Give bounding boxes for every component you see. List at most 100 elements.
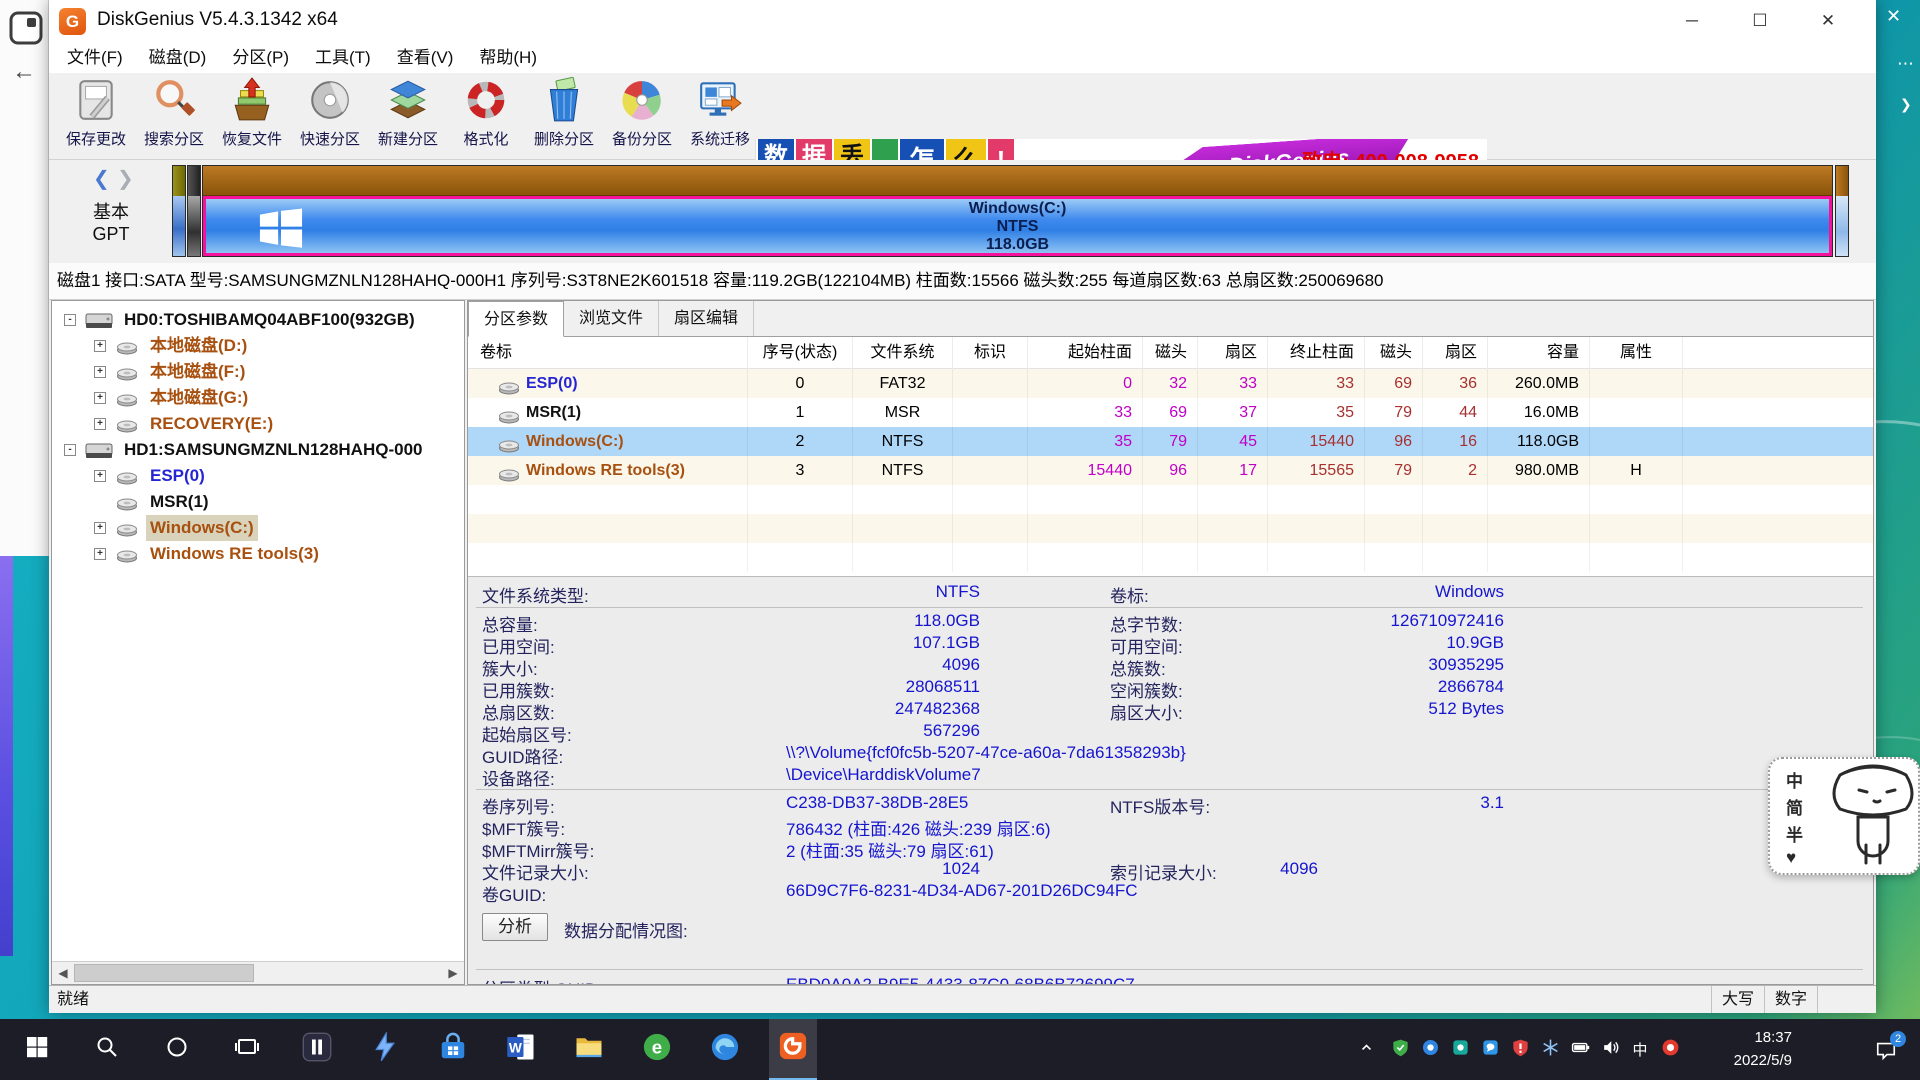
analyze-button[interactable]: 分析 [482,913,548,941]
action-center-button[interactable]: 2 [1862,1019,1910,1080]
partition-segment-re-tools[interactable] [1835,165,1849,257]
menu-item-4[interactable]: 查看(V) [384,43,467,73]
tab-2[interactable]: 扇区编辑 [659,301,754,336]
tree-horizontal-scrollbar[interactable]: ◀ ▶ [52,961,464,984]
partition-segment-msr[interactable] [187,165,201,257]
tree-item-esp-0-[interactable]: +ESP(0) [52,463,465,489]
minimize-button[interactable]: ─ [1667,5,1717,37]
ime-status-panel[interactable]: 中简半♥ [1768,757,1920,875]
menu-item-0[interactable]: 文件(F) [54,43,136,73]
column-header-9[interactable]: 扇区 [1423,337,1488,369]
menu-item-2[interactable]: 分区(P) [219,43,302,73]
expand-icon[interactable]: + [94,392,106,404]
column-header-10[interactable]: 容量 [1488,337,1590,369]
taskbar-app-diskgenius[interactable] [769,1019,817,1080]
maximize-button[interactable]: ☐ [1735,5,1785,37]
tray-green-shield[interactable] [1386,1019,1414,1080]
column-header-5[interactable]: 磁头 [1143,337,1198,369]
toolbar-button-new-partition[interactable]: 新建分区 [369,75,447,158]
expand-icon[interactable]: + [94,522,106,534]
collapse-icon[interactable]: - [64,444,76,456]
tree-item-hd1-samsungmznln128hahq-000[interactable]: -HD1:SAMSUNGMZNLN128HAHQ-000 [52,437,465,463]
toolbar-button-backup-partition[interactable]: 备份分区 [603,75,681,158]
close-button[interactable]: ✕ [1803,5,1853,37]
collapse-icon[interactable]: - [64,314,76,326]
column-header-11[interactable]: 属性 [1590,337,1683,369]
background-chevron-icon[interactable]: ❯ [1900,96,1912,113]
tree-item--f-[interactable]: +本地磁盘(F:) [52,359,465,385]
column-header-0[interactable]: 卷标 [468,337,748,369]
column-header-6[interactable]: 扇区 [1198,337,1268,369]
expand-icon[interactable]: + [94,548,106,560]
tray-red-shield[interactable] [1506,1019,1534,1080]
background-close-icon[interactable]: ✕ [1886,6,1901,27]
background-tab-icon[interactable] [8,10,44,51]
taskbar-app-green-browser[interactable]: e [633,1019,681,1080]
tree-item--g-[interactable]: +本地磁盘(G:) [52,385,465,411]
next-disk-icon[interactable]: ❯ [117,166,134,191]
ime-item-1[interactable]: 简 [1786,794,1803,819]
toolbar-button-delete-partition[interactable]: 删除分区 [525,75,603,158]
taskbar-app-store[interactable] [429,1019,477,1080]
background-more-icon[interactable]: ⋯ [1897,54,1915,74]
column-header-3[interactable]: 标识 [953,337,1028,369]
ime-item-3[interactable]: ♥ [1786,848,1796,868]
menu-item-5[interactable]: 帮助(H) [466,43,550,73]
toolbar-button-format[interactable]: 格式化 [447,75,525,158]
tab-0[interactable]: 分区参数 [468,301,564,337]
prev-disk-icon[interactable]: ❮ [93,166,110,191]
column-header-1[interactable]: 序号(状态) [748,337,853,369]
toolbar-button-search-partition[interactable]: 搜索分区 [135,75,213,158]
column-header-2[interactable]: 文件系统 [853,337,953,369]
expand-icon[interactable]: + [94,470,106,482]
taskbar-app-edge[interactable] [701,1019,749,1080]
back-arrow-icon[interactable]: ← [12,58,36,86]
tree-item-recovery-e-[interactable]: +RECOVERY(E:) [52,411,465,437]
tray-volume[interactable] [1596,1019,1624,1080]
tab-1[interactable]: 浏览文件 [564,301,659,336]
tree-item-hd0-toshibamq04abf100-932gb-[interactable]: -HD0:TOSHIBAMQ04ABF100(932GB) [52,307,465,333]
ime-item-2[interactable]: 半 [1786,821,1803,846]
taskbar-app-file-explorer[interactable] [565,1019,613,1080]
tray-snowflake[interactable] [1536,1019,1564,1080]
taskbar-app-word[interactable]: W [497,1019,545,1080]
expand-icon[interactable]: + [94,340,106,352]
table-row-windows-re-tools-3-[interactable]: Windows RE tools(3)3NTFS1544096171556579… [468,456,1873,485]
menu-item-1[interactable]: 磁盘(D) [136,43,220,73]
taskbar-cortana-button[interactable] [153,1019,201,1080]
column-header-7[interactable]: 终止柱面 [1268,337,1365,369]
partition-segment-esp[interactable] [172,165,186,257]
tree-item-msr-1-[interactable]: MSR(1) [52,489,465,515]
taskbar-task-view-button[interactable] [223,1019,271,1080]
column-header-4[interactable]: 起始柱面 [1028,337,1143,369]
tree-item--d-[interactable]: +本地磁盘(D:) [52,333,465,359]
toolbar-button-save-changes[interactable]: 保存更改 [57,75,135,158]
tray-blue-circle[interactable] [1416,1019,1444,1080]
tray-expand-button[interactable] [1352,1019,1380,1080]
taskbar-app-media-app[interactable] [293,1019,341,1080]
tray-battery[interactable] [1566,1019,1594,1080]
expand-icon[interactable]: + [94,418,106,430]
toolbar-button-quick-partition[interactable]: 快速分区 [291,75,369,158]
taskbar-start-button[interactable] [13,1019,61,1080]
tree-item-windows-c-[interactable]: +Windows(C:) [52,515,465,541]
table-row-esp-0-[interactable]: ESP(0)0FAT3203233336936260.0MB [468,369,1873,398]
table-row-msr-1-[interactable]: MSR(1)1MSR33693735794416.0MB [468,398,1873,427]
table-row-windows-c-[interactable]: Windows(C:)2NTFS357945154409616118.0GB [468,427,1873,456]
toolbar-button-recover-files[interactable]: 恢复文件 [213,75,291,158]
toolbar-button-system-migrate[interactable]: 系统迁移 [681,75,759,158]
taskbar-search-button[interactable] [83,1019,131,1080]
taskbar-app-lightning-app[interactable] [361,1019,409,1080]
scroll-left-icon[interactable]: ◀ [52,962,74,984]
taskbar-clock[interactable]: 18:37 2022/5/9 [1700,1026,1792,1072]
tray-blue-messenger[interactable] [1476,1019,1504,1080]
ime-item-0[interactable]: 中 [1786,767,1803,792]
tray-ime-lang[interactable]: 中 [1626,1019,1654,1080]
menu-item-3[interactable]: 工具(T) [302,43,384,73]
tree-item-windows-re-tools-3-[interactable]: +Windows RE tools(3) [52,541,465,567]
column-header-8[interactable]: 磁头 [1365,337,1423,369]
partition-segment-windows-c[interactable]: Windows(C:) NTFS 118.0GB [202,165,1833,257]
scroll-right-icon[interactable]: ▶ [442,962,464,984]
expand-icon[interactable]: + [94,366,106,378]
scrollbar-thumb[interactable] [74,964,254,982]
